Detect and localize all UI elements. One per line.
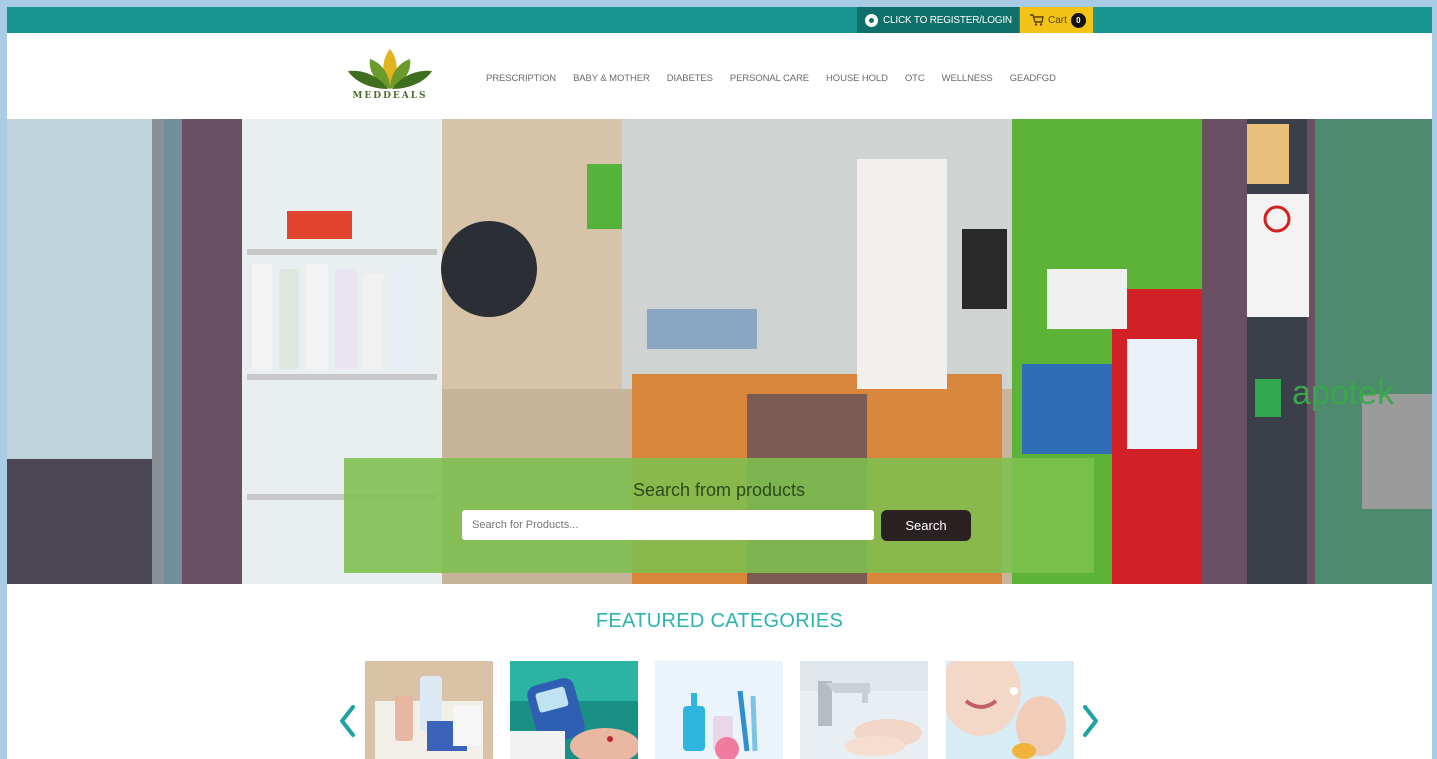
nav-item-personal-care[interactable]: PERSONAL CARE bbox=[730, 73, 809, 84]
category-image-woman-pill bbox=[946, 661, 1074, 759]
site-header: MEDDEALS PRESCRIPTION BABY & MOTHER DIAB… bbox=[7, 33, 1432, 119]
register-login-link[interactable]: CLICK TO REGISTER/LOGIN bbox=[857, 7, 1019, 33]
search-title: Search from products bbox=[632, 480, 806, 500]
nav-item-otc[interactable]: OTC bbox=[905, 73, 925, 84]
search-button[interactable]: Search bbox=[881, 510, 971, 541]
nav-item-wellness[interactable]: WELLNESS bbox=[942, 73, 993, 84]
category-card-baby-mother[interactable] bbox=[365, 661, 493, 759]
category-image-glucose-meter bbox=[510, 661, 638, 759]
nav-item-baby-mother[interactable]: BABY & MOTHER bbox=[573, 73, 650, 84]
register-login-label: CLICK TO REGISTER/LOGIN bbox=[883, 14, 1012, 26]
search-input[interactable] bbox=[462, 510, 874, 540]
search-panel: Search from products Search bbox=[344, 458, 1094, 573]
main-nav: PRESCRIPTION BABY & MOTHER DIABETES PERS… bbox=[486, 73, 1073, 84]
category-image-baby-products bbox=[365, 661, 493, 759]
featured-categories-title: FEATURED CATEGORIES bbox=[595, 610, 844, 632]
category-card-wellness[interactable] bbox=[946, 661, 1074, 759]
chevron-right-icon[interactable] bbox=[1080, 704, 1100, 738]
chevron-left-icon[interactable] bbox=[338, 704, 358, 738]
nav-item-geadfgd[interactable]: GEADFGD bbox=[1010, 73, 1056, 84]
cart-count-badge: 0 bbox=[1070, 12, 1086, 28]
cart-icon bbox=[1030, 14, 1044, 26]
cart-label: Cart bbox=[1048, 14, 1067, 26]
nav-item-prescription[interactable]: PRESCRIPTION bbox=[486, 73, 556, 84]
category-card-personal-care[interactable] bbox=[655, 661, 783, 759]
nav-item-diabetes[interactable]: DIABETES bbox=[667, 73, 713, 84]
nav-item-household[interactable]: HOUSE HOLD bbox=[826, 73, 888, 84]
category-card-diabetes[interactable] bbox=[510, 661, 638, 759]
storefront-sign: apotek bbox=[1292, 374, 1395, 412]
cart-button[interactable]: Cart 0 bbox=[1020, 7, 1093, 33]
leaf-logo-icon bbox=[348, 49, 432, 89]
user-icon bbox=[865, 13, 878, 27]
top-bar: CLICK TO REGISTER/LOGIN Cart 0 bbox=[7, 7, 1432, 33]
category-image-toiletries bbox=[655, 661, 783, 759]
category-image-faucet-hands bbox=[800, 661, 928, 759]
logo-text: MEDDEALS bbox=[352, 91, 428, 101]
category-card-household[interactable] bbox=[800, 661, 928, 759]
site-logo[interactable]: MEDDEALS bbox=[340, 45, 440, 109]
page-frame: CLICK TO REGISTER/LOGIN Cart 0 MEDDEALS bbox=[7, 7, 1432, 759]
hero-banner: apotek Search from products Search bbox=[7, 119, 1432, 584]
